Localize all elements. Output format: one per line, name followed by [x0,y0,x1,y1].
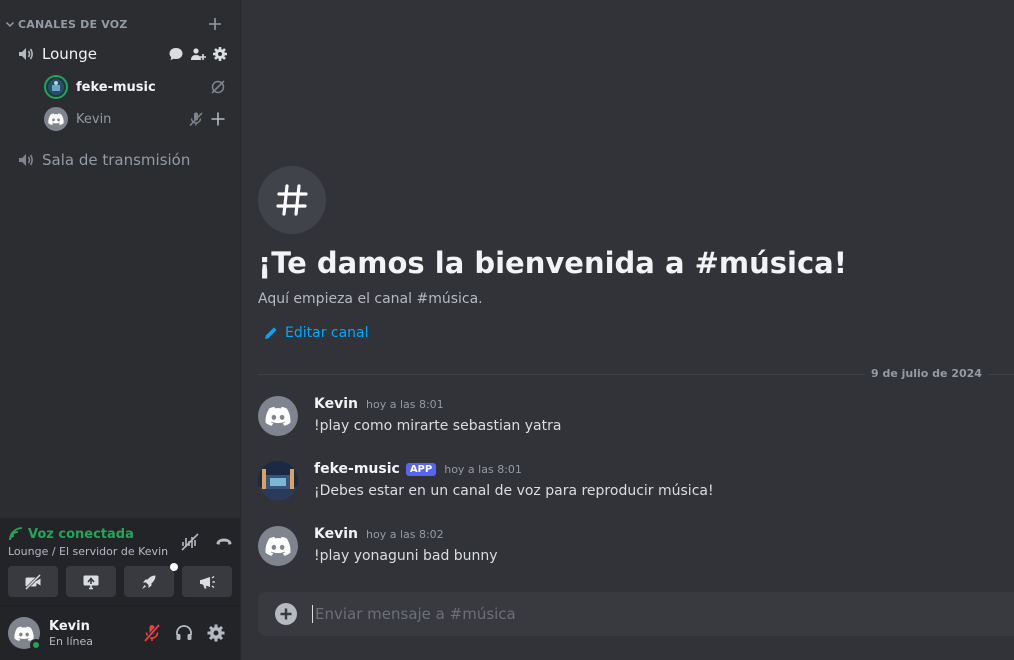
avatar[interactable] [258,461,298,501]
deafen-video-off-icon [211,80,225,94]
gear-icon[interactable] [212,46,228,62]
avatar[interactable] [258,526,298,566]
message-author[interactable]: Kevin [314,396,358,412]
gear-icon[interactable] [206,623,226,643]
voice-user-feke-music[interactable]: feke-music [44,73,234,101]
add-member-icon[interactable] [190,46,206,62]
rocket-activity-icon [142,575,156,589]
message-timestamp: hoy a las 8:02 [366,527,444,541]
discord-logo-icon [265,536,291,556]
voice-category-header[interactable]: CANALES DE VOZ [4,14,236,34]
user-status: En línea [49,634,94,648]
signal-icon [9,527,23,541]
voice-user-kevin[interactable]: Kevin [44,105,234,133]
discord-logo-icon [265,406,291,426]
discord-logo-icon [14,626,34,641]
edit-channel-label: Editar canal [285,325,369,341]
app-badge: APP [405,462,437,476]
screen-share-button[interactable] [66,566,116,597]
message-author[interactable]: feke-music [314,461,400,477]
welcome-title: ¡Te damos la bienvenida a #música! [258,246,847,280]
category-label: CANALES DE VOZ [18,17,128,31]
message-text: !play yonaguni bad bunny [314,548,498,564]
message-text: !play como mirarte sebastian yatra [314,418,562,434]
channel-sidebar: CANALES DE VOZ Lounge feke-music Kevin S… [0,0,240,660]
mic-muted-icon[interactable] [142,623,162,643]
online-status-dot [30,639,42,651]
plus-icon[interactable] [210,111,226,127]
screen-share-icon [83,575,99,589]
camera-button[interactable] [8,566,58,597]
soundboard-button[interactable] [182,566,232,597]
message-input[interactable] [315,605,915,623]
message: feke-music APP hoy a las 8:01 ¡Debes est… [258,461,998,509]
avatar[interactable] [258,396,298,436]
speaker-icon [19,48,33,60]
channel-name: Sala de transmisión [42,151,191,169]
pencil-icon [265,327,277,339]
soundboard-icon [200,575,215,588]
user-panel: Kevin En línea [0,606,240,660]
noise-suppression-icon[interactable] [180,532,200,552]
edit-channel-link[interactable]: Editar canal [263,325,369,341]
discord-logo-icon [48,113,64,125]
headphones-icon[interactable] [174,623,194,643]
message-timestamp: hoy a las 8:01 [444,462,522,476]
voice-connection-panel: Voz conectada Lounge / El servidor de Ke… [0,518,240,606]
chevron-down-icon [5,21,15,28]
text-caret [312,605,313,623]
welcome-subtitle: Aquí empieza el canal #música. [258,291,483,307]
chat-bubble-icon[interactable] [168,46,184,62]
user-name: Kevin [49,618,90,634]
avatar [44,75,68,99]
date-divider-label: 9 de julio de 2024 [865,367,988,380]
chat-area: ¡Te damos la bienvenida a #música! Aquí … [240,0,1014,660]
voice-user-name: feke-music [76,79,156,95]
bot-avatar-image-icon [258,461,298,501]
activity-button[interactable] [124,563,178,597]
notification-dot [170,563,178,571]
plus-icon[interactable] [208,17,222,31]
camera-off-icon [24,573,42,590]
avatar[interactable] [8,617,42,651]
avatar [44,107,68,131]
bot-avatar-image-icon [48,79,64,95]
mic-muted-icon [189,112,203,127]
hash-icon [276,184,308,216]
channel-sala-de-transmision[interactable]: Sala de transmisión [8,145,234,175]
voice-user-name: Kevin [76,111,112,127]
disconnect-icon[interactable] [214,532,234,552]
speaker-icon [19,154,33,166]
discord-window: CANALES DE VOZ Lounge feke-music Kevin S… [0,0,1014,660]
message-timestamp: hoy a las 8:01 [366,397,444,411]
message: Kevin hoy a las 8:02 !play yonaguni bad … [258,526,998,574]
channel-lounge[interactable]: Lounge [8,39,234,69]
message-author[interactable]: Kevin [314,526,358,542]
channel-name: Lounge [42,45,98,63]
user-info[interactable]: Kevin En línea [49,619,142,648]
message-composer [258,592,1014,636]
message: Kevin hoy a las 8:01 !play como mirarte … [258,396,998,444]
voice-status[interactable]: Voz conectada [28,527,134,542]
message-text: ¡Debes estar en un canal de voz para rep… [314,483,714,499]
channel-hash-badge [258,166,326,234]
add-attachment-icon[interactable] [274,602,298,626]
